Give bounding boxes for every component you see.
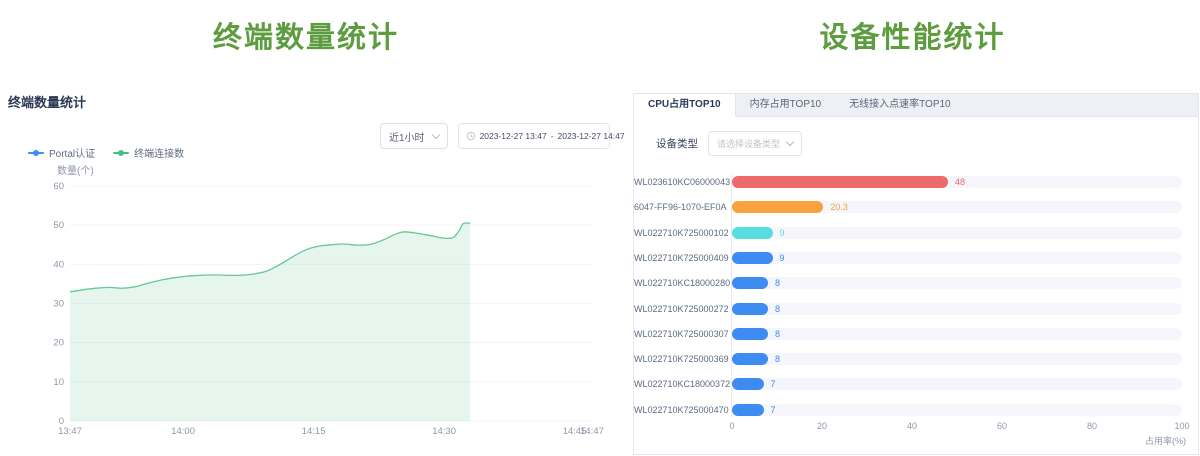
bar	[732, 201, 823, 213]
line-area-chart: 0102030405060数量(个)13:4714:0014:1514:3014…	[0, 160, 612, 456]
bar-category-label: WL022710K725000470	[634, 404, 726, 416]
bar-track	[732, 201, 1182, 213]
bar-x-tick-label: 60	[997, 421, 1007, 431]
y-tick-label: 20	[53, 338, 64, 349]
bar-x-axis-name: 占用率(%)	[1145, 434, 1186, 447]
bar	[732, 227, 773, 239]
bar-track	[732, 378, 1182, 390]
device-performance-panel: 设备性能统计 CPU占用TOP10内存占用TOP10无线接入点速率TOP10 设…	[625, 0, 1200, 456]
bar-x-tick-label: 100	[1174, 421, 1189, 431]
horizontal-bar-chart: WL023610KC06000043 48 6047-FF96-1070-EF0A 2…	[634, 94, 1198, 454]
series-area	[70, 223, 470, 421]
chevron-down-icon	[431, 130, 439, 138]
legend-label: Portal认证	[49, 145, 95, 160]
bar-value-label: 20.3	[830, 201, 848, 213]
bar-value-label: 9	[780, 252, 785, 264]
right-page-title: 设备性能统计	[625, 14, 1200, 56]
bar-category-label: WL022710K725000307	[634, 328, 726, 340]
terminal-count-panel: 终端数量统计 终端数量统计 近1小时 2023-12-27 13:47 - 20…	[0, 0, 612, 456]
bar-track	[732, 303, 1182, 315]
bar-value-label: 7	[771, 378, 776, 390]
x-tick-label: 14:00	[171, 426, 195, 437]
legend-item-0[interactable]: Portal认证	[28, 145, 95, 160]
bar	[732, 378, 764, 390]
bar-x-tick-label: 0	[729, 421, 734, 431]
bar-value-label: 8	[775, 353, 780, 365]
x-tick-label: 14:47	[580, 426, 604, 437]
legend-marker-icon	[113, 152, 129, 154]
bar-track	[732, 277, 1182, 289]
legend-marker-icon	[28, 152, 44, 154]
time-controls: 近1小时 2023-12-27 13:47 - 2023-12-27 14:47	[380, 123, 610, 149]
bar	[732, 303, 768, 315]
bar-track	[732, 227, 1182, 239]
x-tick-label: 13:47	[58, 426, 82, 437]
bar-category-label: WL022710K725000102	[634, 227, 726, 239]
bar-track	[732, 328, 1182, 340]
bar-category-label: WL023610KC06000043	[634, 176, 726, 188]
bar-category-label: WL022710K725000369	[634, 353, 726, 365]
chart-legend: Portal认证 终端连接数	[28, 145, 184, 160]
clock-icon	[466, 131, 476, 141]
bar	[732, 277, 768, 289]
left-section-title: 终端数量统计	[8, 92, 86, 111]
legend-label: 终端连接数	[134, 145, 184, 160]
time-range-value: 近1小时	[389, 129, 425, 144]
y-tick-label: 40	[53, 259, 64, 270]
time-range-select[interactable]: 近1小时	[380, 123, 448, 149]
bar	[732, 252, 773, 264]
left-page-title: 终端数量统计	[0, 14, 612, 56]
bar-value-label: 8	[775, 328, 780, 340]
bar-value-label: 9	[780, 227, 785, 239]
bar-x-tick-label: 40	[907, 421, 917, 431]
bar-x-tick-label: 20	[817, 421, 827, 431]
date-range-separator: -	[551, 131, 554, 141]
x-tick-label: 14:30	[432, 426, 456, 437]
bar-value-label: 48	[955, 176, 965, 188]
bar-category-label: WL022710K725000409	[634, 252, 726, 264]
bar	[732, 328, 768, 340]
x-tick-label: 14:15	[302, 426, 326, 437]
y-tick-label: 50	[53, 220, 64, 231]
y-tick-label: 60	[53, 181, 64, 192]
bar-category-label: 6047-FF96-1070-EF0A	[634, 201, 726, 213]
bar-value-label: 8	[775, 303, 780, 315]
date-range-picker[interactable]: 2023-12-27 13:47 - 2023-12-27 14:47	[458, 123, 610, 149]
date-range-end: 2023-12-27 14:47	[558, 131, 625, 141]
bar-track	[732, 252, 1182, 264]
bar-value-label: 7	[771, 404, 776, 416]
bar-value-label: 8	[775, 277, 780, 289]
bar	[732, 176, 948, 188]
bar	[732, 353, 768, 365]
y-tick-label: 10	[53, 377, 64, 388]
bar-category-label: WL022710K725000272	[634, 303, 726, 315]
date-range-start: 2023-12-27 13:47	[480, 131, 547, 141]
bar-track	[732, 353, 1182, 365]
y-tick-label: 30	[53, 299, 64, 310]
bar	[732, 404, 764, 416]
legend-item-1[interactable]: 终端连接数	[113, 145, 184, 160]
bar-x-tick-label: 80	[1087, 421, 1097, 431]
bar-category-label: WL022710KC18000280	[634, 277, 726, 289]
y-axis-name: 数量(个)	[57, 164, 94, 177]
bar-category-label: WL022710KC18000372	[634, 378, 726, 390]
top10-card: CPU占用TOP10内存占用TOP10无线接入点速率TOP10 设备类型 请选择…	[633, 93, 1199, 455]
bar-track	[732, 404, 1182, 416]
